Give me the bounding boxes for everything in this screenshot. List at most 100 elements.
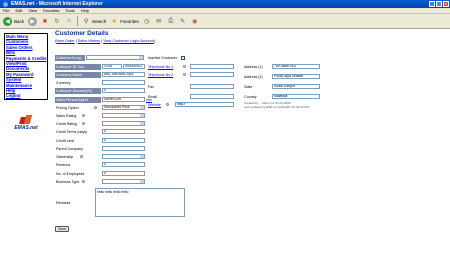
pricing-option-label: Pricing Option [56, 106, 79, 110]
pricing-option-select[interactable]: Discounted Price [102, 105, 145, 110]
mail-icon[interactable]: ✉ [155, 17, 163, 25]
window-controls: _ □ × [429, 1, 449, 7]
window-title: EMAS.net - Microsoft Internet Explorer [11, 1, 103, 7]
address1-label: Address (1) [244, 65, 263, 69]
website-input[interactable]: http:// [175, 102, 234, 107]
parent-company-input[interactable] [102, 146, 145, 151]
company-name-input[interactable]: ABC Sdn Bhd 2003 [102, 72, 145, 77]
refresh-icon[interactable]: ↻ [53, 17, 61, 25]
phone2-info-icon[interactable] [183, 73, 186, 76]
back-button[interactable]: ◀ Back [3, 16, 24, 26]
sidebar-item-view-print[interactable]: View/Print Documents [5, 61, 47, 72]
search-icon: ⚲ [83, 18, 89, 25]
last-updated-text: Last updated by EMP on 1/21/2007 12:34:1… [244, 105, 309, 109]
country-input[interactable]: Malaysia [272, 94, 320, 99]
favorites-button[interactable]: ★ Favorites [110, 17, 139, 25]
sidebar-item-system-maintenance[interactable]: System Maintenance [5, 77, 47, 88]
credit-rating-info-icon[interactable] [82, 122, 85, 125]
business-type-select[interactable] [102, 179, 145, 184]
remarks-textarea[interactable]: hello hello hello hello [95, 188, 185, 217]
menu-file[interactable]: File [3, 8, 9, 13]
toolbar-separator [77, 16, 79, 26]
email-label: Email [148, 95, 157, 99]
fax-input[interactable] [190, 84, 234, 89]
state-label: State [244, 85, 253, 89]
star-icon: ★ [111, 18, 117, 25]
menu-view[interactable]: View [28, 8, 37, 13]
fax-label: Fax [148, 85, 154, 89]
customer-group-select[interactable] [86, 55, 144, 60]
email-input[interactable] [190, 94, 234, 99]
window-titlebar: EMAS.net - Microsoft Internet Explorer _… [0, 0, 450, 8]
credit-limit-input[interactable]: 0 [102, 138, 145, 143]
website-label: Website [148, 103, 161, 107]
sidebar-menu: Main Menu Customers Sales Orders Bills P… [4, 33, 48, 100]
home-icon[interactable]: ⌂ [65, 17, 73, 25]
business-type-label: Business Type [56, 180, 80, 184]
country-label: Country [244, 95, 257, 99]
search-button[interactable]: ⚲ Search [82, 17, 106, 25]
sidebar: Main Menu Customers Sales Orders Bills P… [4, 33, 48, 131]
parent-company-label: Parent Company [56, 147, 83, 151]
sub-links: (New Order | Sales History | View Custom… [55, 39, 156, 43]
credit-rating-select[interactable] [102, 121, 145, 126]
toolbar: ◀ Back ▶ ✖ ↻ ⌂ ⚲ Search ★ Favorites ◷ ✉ … [0, 14, 450, 29]
employees-label: No. of Employees [56, 172, 85, 176]
sales-history-link[interactable]: Sales History [78, 39, 100, 43]
maximize-button[interactable]: □ [436, 1, 442, 7]
customer-no-input[interactable]: 000000001 [123, 64, 145, 69]
discuss-icon[interactable]: ◉ [191, 17, 199, 25]
phone1-input[interactable] [190, 64, 234, 69]
stop-icon[interactable]: ✖ [41, 17, 49, 25]
customer-discount-label: Customer Discount(%) [55, 88, 101, 94]
sales-rating-label: Sales Rating [56, 114, 77, 118]
customer-group-label: CustomerGroup [55, 55, 85, 61]
sidebar-item-logout[interactable]: Logout [5, 93, 47, 98]
menu-edit[interactable]: Edit [15, 8, 22, 13]
credit-terms-label: Credit Terms (days) [56, 130, 88, 134]
employees-input[interactable]: 0 [102, 171, 145, 176]
inactive-checkbox[interactable] [181, 56, 185, 60]
phone1-info-icon[interactable] [183, 65, 186, 68]
address2-input[interactable]: Pusat Jaya Selatan [272, 74, 320, 79]
currency-input[interactable] [102, 80, 145, 85]
ie-icon [3, 1, 8, 7]
state-input[interactable]: Kuala Lumpur [272, 84, 320, 89]
phone2-input[interactable] [190, 72, 234, 77]
forward-button[interactable]: ▶ [28, 16, 38, 26]
menu-help[interactable]: Help [81, 8, 89, 13]
customer-discount-input[interactable]: 0 [102, 88, 145, 93]
menu-tools[interactable]: Tools [65, 8, 74, 13]
print-icon[interactable]: ⎙ [167, 17, 175, 25]
website-info-icon[interactable] [166, 103, 169, 106]
revenue-input[interactable]: 0 [102, 162, 145, 167]
revenue-label: Revenue [56, 163, 71, 167]
ownership-info-icon[interactable] [80, 155, 83, 158]
main-content: Customer Details (New Order | Sales Hist… [55, 30, 155, 43]
address2-label: Address (2) [244, 75, 263, 79]
menu-favorites[interactable]: Favorites [43, 8, 59, 13]
customer-login-link[interactable]: View Customer Login Account [103, 39, 154, 43]
save-button[interactable]: Save [55, 226, 70, 232]
ownership-select[interactable] [102, 154, 145, 159]
currency-label: Currency [56, 81, 71, 85]
back-arrow-icon: ◀ [3, 16, 12, 26]
company-name-label: Company Name [55, 72, 101, 78]
address1-input[interactable]: 754 Jalan SS2 [272, 64, 320, 69]
edit-icon[interactable]: ✎ [179, 17, 187, 25]
sales-rating-select[interactable] [102, 113, 145, 118]
customer-id-input[interactable]: CU01 [102, 64, 122, 69]
history-icon[interactable]: ◷ [143, 17, 151, 25]
sales-agent-input[interactable]: Steven Lim [102, 97, 145, 102]
minimize-button[interactable]: _ [429, 1, 435, 7]
credit-rating-label: Credit Rating [56, 122, 77, 126]
credit-terms-input[interactable]: 0 [102, 129, 145, 134]
pricing-info-icon[interactable] [94, 106, 97, 109]
sales-rating-info-icon[interactable] [82, 114, 85, 117]
business-type-info-icon[interactable] [82, 180, 85, 183]
new-order-link[interactable]: New Order [56, 39, 74, 43]
ownership-label: Ownership [56, 155, 74, 159]
close-button[interactable]: × [443, 1, 449, 7]
emas-logo-icon [18, 114, 33, 125]
phone1-label: Telephone No.1 [148, 65, 174, 69]
